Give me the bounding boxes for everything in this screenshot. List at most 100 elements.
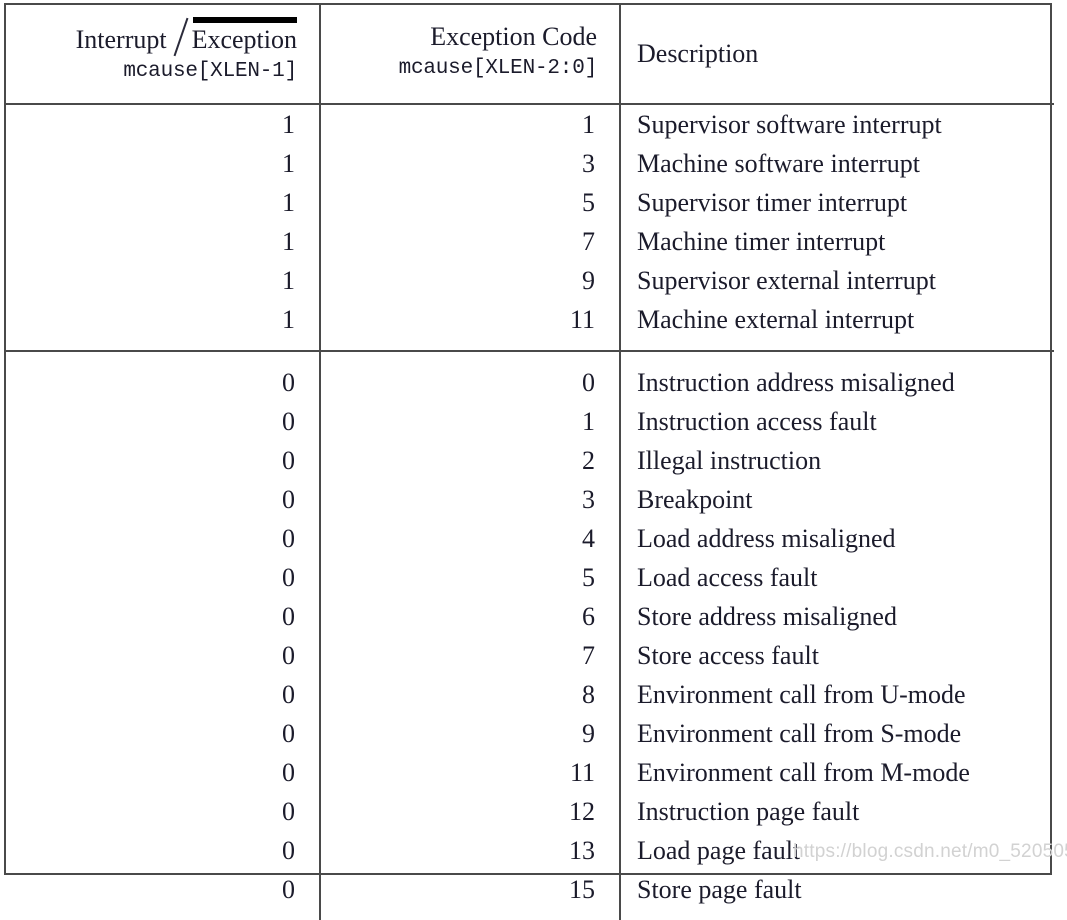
table-row: 0 4 Load address misaligned xyxy=(6,519,1054,558)
table-row: 0 5 Load access fault xyxy=(6,558,1054,597)
table-row: 0 15 Store page fault xyxy=(6,870,1054,909)
cell-exception-code: 1 xyxy=(320,402,621,441)
cell-exception-code: 4 xyxy=(320,519,621,558)
cell-interrupt-bit: 1 xyxy=(6,104,321,144)
cell-interrupt-bit: 0 xyxy=(6,753,321,792)
cell-interrupt-bit: 0 xyxy=(6,831,321,870)
cell-interrupt-bit: 0 xyxy=(6,636,321,675)
row-spacer xyxy=(6,909,1054,920)
table-body: 1 1 Supervisor software interrupt 1 3 Machine… xyxy=(6,104,1054,920)
cell-exception-code: 12 xyxy=(320,792,621,831)
cell-description: Illegal instruction xyxy=(637,446,822,475)
header-cell-description: Description xyxy=(620,5,1054,105)
row-spacer xyxy=(6,339,1054,351)
header-cell-exception-code: Exception Code mcause[XLEN-2:0] xyxy=(320,5,621,105)
cell-description: Store access fault xyxy=(637,641,819,670)
table-row: 0 3 Breakpoint xyxy=(6,480,1054,519)
cell-exception-code: 5 xyxy=(320,558,621,597)
table-row: 1 3 Machine software interrupt xyxy=(6,144,1054,183)
cell-description: Store address misaligned xyxy=(637,602,897,631)
table-row: 0 7 Store access fault xyxy=(6,636,1054,675)
cell-interrupt-bit: 0 xyxy=(6,870,321,909)
cell-interrupt-bit: 0 xyxy=(6,441,321,480)
table-row: 1 7 Machine timer interrupt xyxy=(6,222,1054,261)
cell-interrupt-bit: 0 xyxy=(6,363,321,402)
cell-exception-code: 9 xyxy=(320,714,621,753)
cell-exception-code: 6 xyxy=(320,597,621,636)
header-description-label: Description xyxy=(637,39,759,68)
cell-interrupt-bit: 0 xyxy=(6,402,321,441)
cell-interrupt-bit: 0 xyxy=(6,597,321,636)
cell-interrupt-bit: 1 xyxy=(6,144,321,183)
header-cell-interrupt: Interrupt Exception mcause[XLEN-1] xyxy=(6,5,321,105)
spacer-cell xyxy=(620,339,1054,351)
cell-description: Load page fault xyxy=(637,836,801,865)
cell-exception-code: 11 xyxy=(320,753,621,792)
spacer-cell xyxy=(6,350,321,363)
cell-exception-code: 7 xyxy=(320,222,621,261)
row-spacer xyxy=(6,350,1054,363)
cell-interrupt-bit: 0 xyxy=(6,558,321,597)
cell-exception-code: 3 xyxy=(320,480,621,519)
table-row: 1 5 Supervisor timer interrupt xyxy=(6,183,1054,222)
header-interrupt-word: Interrupt xyxy=(75,25,167,54)
cell-interrupt-bit: 0 xyxy=(6,714,321,753)
table-row: 1 11 Machine external interrupt xyxy=(6,300,1054,339)
cell-exception-code: 13 xyxy=(320,831,621,870)
header-exception-word: Exception xyxy=(191,25,297,54)
cell-description: Supervisor external interrupt xyxy=(637,266,936,295)
header-code-line2: mcause[XLEN-2:0] xyxy=(398,57,598,80)
cell-exception-code: 11 xyxy=(320,300,621,339)
cell-description: Instruction page fault xyxy=(637,797,860,826)
cell-description: Instruction access fault xyxy=(637,407,877,436)
spacer-cell xyxy=(620,909,1054,920)
cell-description: Environment call from M-mode xyxy=(637,758,970,787)
table-row: 0 9 Environment call from S-mode xyxy=(6,714,1054,753)
table-row: 0 8 Environment call from U-mode xyxy=(6,675,1054,714)
spacer-cell xyxy=(620,350,1054,363)
cell-description: Store page fault xyxy=(637,875,802,904)
cell-description: Machine software interrupt xyxy=(637,149,921,178)
header-exception-overlined: Exception xyxy=(191,17,297,55)
cell-exception-code: 15 xyxy=(320,870,621,909)
cell-interrupt-bit: 0 xyxy=(6,675,321,714)
table-row: 0 6 Store address misaligned xyxy=(6,597,1054,636)
cell-description: Supervisor timer interrupt xyxy=(637,188,908,217)
header-interrupt-stack: Interrupt Exception mcause[XLEN-1] xyxy=(6,5,319,103)
header-code-stack: Exception Code mcause[XLEN-2:0] xyxy=(321,5,619,103)
cell-interrupt-bit: 0 xyxy=(6,792,321,831)
mcause-exception-code-table: Interrupt Exception mcause[XLEN-1] Excep… xyxy=(6,5,1054,920)
cell-description: Environment call from U-mode xyxy=(637,680,966,709)
spacer-cell xyxy=(320,339,621,351)
cell-description: Instruction address misaligned xyxy=(637,368,955,397)
cell-description: Breakpoint xyxy=(637,485,753,514)
table-row: 0 12 Instruction page fault xyxy=(6,792,1054,831)
table-row: 0 11 Environment call from M-mode xyxy=(6,753,1054,792)
cell-exception-code: 9 xyxy=(320,261,621,300)
header-row: Interrupt Exception mcause[XLEN-1] Excep… xyxy=(6,5,1054,105)
spacer-cell xyxy=(320,350,621,363)
overbar-rule xyxy=(192,17,297,23)
cell-description: Load access fault xyxy=(637,563,818,592)
cell-exception-code: 5 xyxy=(320,183,621,222)
cell-exception-code: 7 xyxy=(320,636,621,675)
table-row: 0 1 Instruction access fault xyxy=(6,402,1054,441)
mcause-table-container: Interrupt Exception mcause[XLEN-1] Excep… xyxy=(4,3,1054,920)
cell-description: Environment call from S-mode xyxy=(637,719,962,748)
cell-description: Supervisor software interrupt xyxy=(637,110,942,139)
cell-interrupt-bit: 1 xyxy=(6,261,321,300)
header-code-line1: Exception Code xyxy=(430,22,597,51)
spacer-cell xyxy=(6,909,321,920)
table-row: 1 1 Supervisor software interrupt xyxy=(6,104,1054,144)
cell-interrupt-bit: 1 xyxy=(6,300,321,339)
spacer-cell xyxy=(6,339,321,351)
cell-exception-code: 1 xyxy=(320,104,621,144)
table-row: 0 2 Illegal instruction xyxy=(6,441,1054,480)
cell-interrupt-bit: 1 xyxy=(6,222,321,261)
slash-icon xyxy=(171,19,191,55)
cell-description: Machine external interrupt xyxy=(637,305,915,334)
cell-exception-code: 3 xyxy=(320,144,621,183)
header-interrupt-line2: mcause[XLEN-1] xyxy=(123,60,297,83)
cell-interrupt-bit: 1 xyxy=(6,183,321,222)
cell-interrupt-bit: 0 xyxy=(6,480,321,519)
